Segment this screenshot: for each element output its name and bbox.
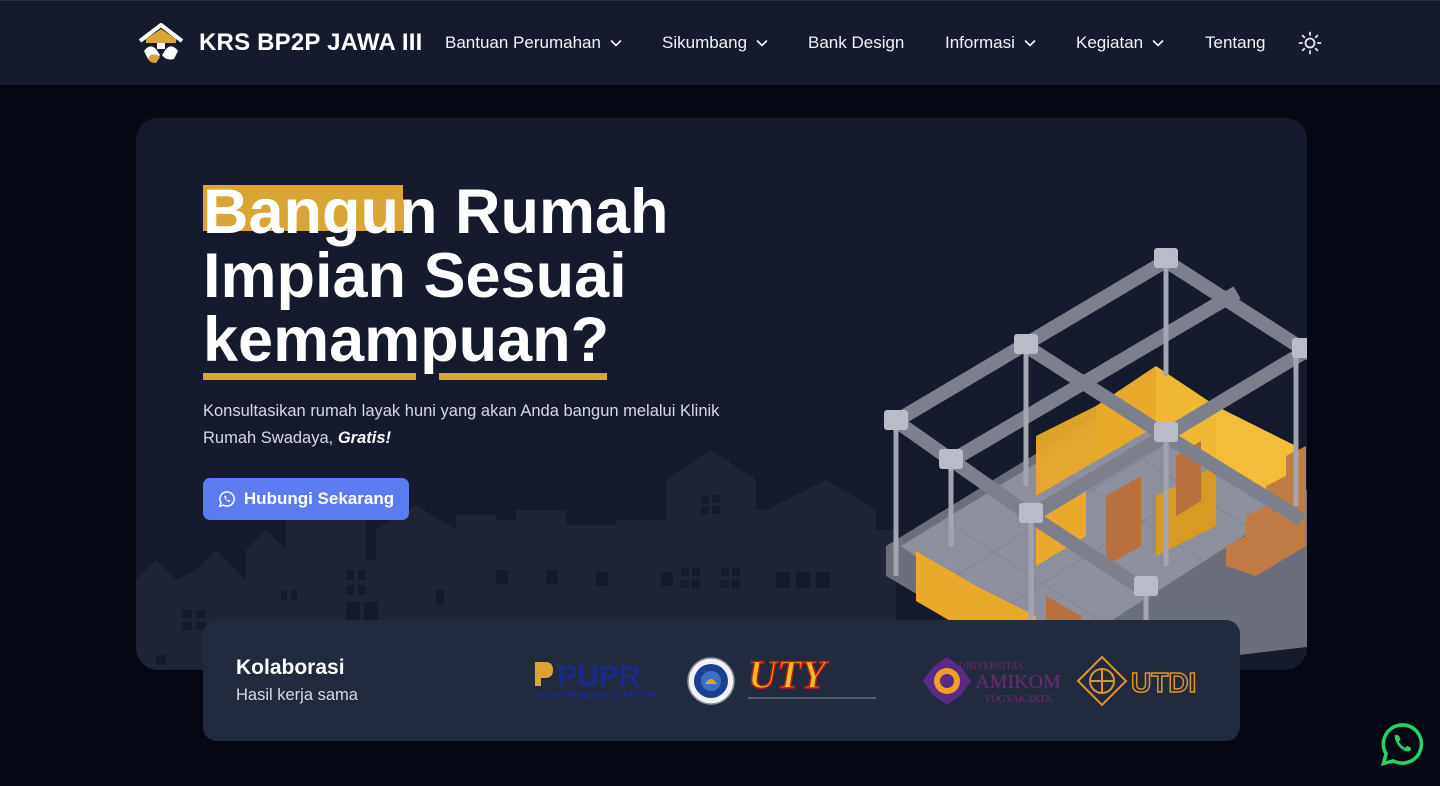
nav-label: Kegiatan	[1076, 33, 1144, 52]
whatsapp-icon	[218, 491, 235, 508]
utdi-logo: UTDI	[1076, 655, 1197, 707]
hero-description-emphasis: Gratis!	[337, 429, 392, 447]
amikom-line2: AMIKOM	[975, 671, 1061, 693]
chevron-down-icon	[756, 39, 768, 47]
sun-icon[interactable]	[1298, 31, 1322, 55]
title-line3: kemampuan?	[203, 308, 609, 380]
university-seal-logo	[687, 657, 735, 705]
chevron-down-icon	[610, 39, 622, 47]
navbar: KRS BP2P JAWA III Bantuan Perumahan Siku…	[0, 0, 1440, 85]
collab-title: Kolaborasi	[236, 656, 345, 679]
utdi-wordmark: UTDI	[1131, 667, 1196, 698]
uty-logo: UTY	[747, 656, 876, 699]
collaboration-bar: Kolaborasi Hasil kerja sama PUPR SIGAP M…	[203, 620, 1240, 741]
brand-name: KRS BP2P JAWA III	[199, 29, 423, 56]
nav-label: Informasi	[945, 33, 1015, 52]
brand-home-link[interactable]: KRS BP2P JAWA III	[136, 21, 422, 65]
nav-bank-design[interactable]: Bank Design	[808, 33, 904, 53]
nav-label: Bantuan Perumahan	[445, 33, 601, 52]
pupr-logo: PUPR SIGAP MEMBANGUN NEGERI	[535, 660, 656, 700]
house-hands-icon	[138, 23, 184, 63]
title-line2: Impian Sesuai	[203, 241, 627, 311]
amikom-line3: YOGYAKARTA	[984, 694, 1053, 705]
nav-label: Tentang	[1205, 33, 1266, 52]
whatsapp-float-button[interactable]	[1380, 722, 1425, 767]
nav-label: Bank Design	[808, 33, 905, 52]
hero-description: Konsultasikan rumah layak huni yang akan…	[203, 402, 720, 447]
amikom-logo: UNIVERSITAS AMIKOM YOGYAKARTA	[923, 657, 1061, 705]
nav-informasi[interactable]: Informasi	[945, 33, 1036, 53]
title-highlight: Bangun	[203, 177, 438, 247]
contact-now-button[interactable]: Hubungi Sekarang	[203, 478, 409, 520]
title-line1-rest: Rumah	[437, 177, 669, 247]
pupr-wordmark: PUPR	[557, 660, 641, 693]
nav-sikumbang[interactable]: Sikumbang	[662, 33, 768, 53]
pupr-tagline: SIGAP MEMBANGUN NEGERI	[535, 690, 656, 700]
hero-title: Bangun Rumah Impian Sesuai kemampuan?	[203, 177, 763, 380]
chevron-down-icon	[1152, 39, 1164, 47]
nav-kegiatan[interactable]: Kegiatan	[1076, 33, 1164, 53]
uty-wordmark: UTY	[748, 656, 829, 697]
hero-card: Bangun Rumah Impian Sesuai kemampuan? Ko…	[136, 118, 1307, 670]
nav-label: Sikumbang	[662, 33, 748, 52]
collab-subtitle: Hasil kerja sama	[236, 686, 358, 704]
contact-now-label: Hubungi Sekarang	[243, 489, 395, 508]
nav-bantuan-perumahan[interactable]: Bantuan Perumahan	[445, 33, 622, 53]
nav-tentang[interactable]: Tentang	[1205, 33, 1266, 53]
house-frame-illustration	[884, 248, 1307, 670]
chevron-down-icon	[1024, 39, 1036, 47]
